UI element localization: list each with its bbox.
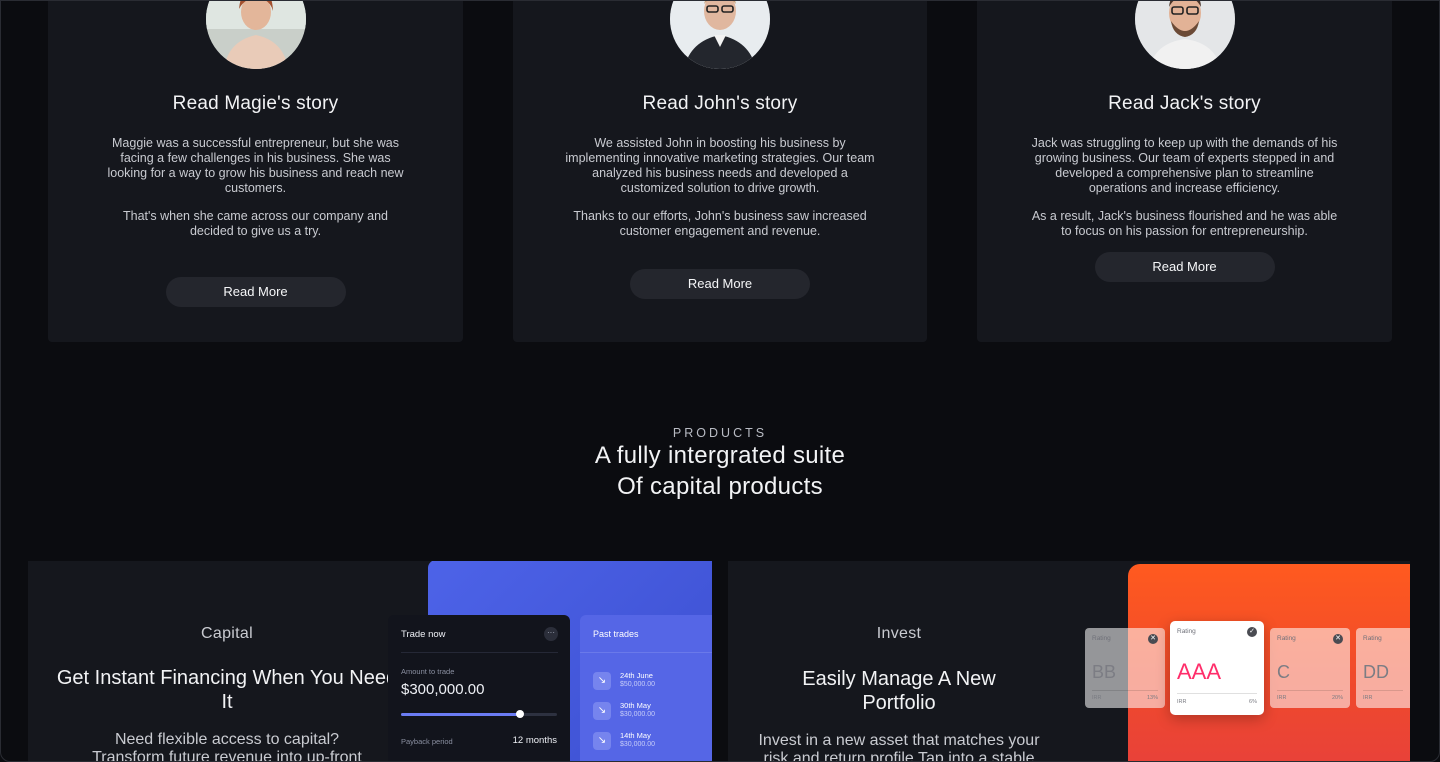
product-category: Invest [876,625,922,642]
more-dots-icon[interactable]: ··· [544,627,558,641]
divider [1177,693,1257,694]
amount-value: $300,000.00 [401,681,485,698]
irr-label: IRR [1092,695,1102,701]
divider [401,652,558,653]
read-more-button[interactable]: Read More [630,269,810,299]
rating-label: Rating [1277,635,1296,642]
read-more-button[interactable]: Read More [165,277,346,307]
rating-label: Rating [1177,628,1196,635]
capital-product-card[interactable]: Capital Get Instant Financing When You N… [28,561,712,762]
story-title: Read John's story [642,93,798,114]
story-text: Jack was struggling to keep up with the … [1030,136,1340,239]
product-description: Invest in a new asset that matches your … [728,732,1070,762]
divider [1092,690,1158,691]
trade-date: 30th May [620,701,651,710]
story-text: We assisted John in boosting his busines… [565,136,875,239]
trade-now-card: Trade now ··· Amount to trade $300,000.0… [388,615,570,762]
arrow-down-right-icon: ↘ [593,702,611,720]
rating-card[interactable]: Rating ✕ BB IRR 13% [1085,628,1165,708]
trade-amount: $50,000.00 [620,681,656,688]
story-text: Maggie was a successful entrepreneur, bu… [101,136,411,239]
slider-handle[interactable] [515,710,524,718]
divider [1277,690,1343,691]
read-more-button[interactable]: Read More [1094,252,1275,282]
arrow-down-right-icon: ↘ [593,732,611,750]
avatar [670,0,770,69]
product-description-line: risk and return profile Tap into a stabl… [763,750,1035,762]
story-paragraph: Jack was struggling to keep up with the … [1031,136,1338,195]
rating-card-selected[interactable]: Rating ✓ AAA IRR 6% [1170,621,1264,715]
trade-amount: $30,000.00 [620,741,656,748]
avatar [1134,0,1235,69]
irr-label: IRR [1363,695,1373,701]
story-card-maggie: Read Magie's story Maggie was a successf… [48,0,463,342]
irr-label: IRR [1277,695,1287,701]
trade-date: 24th June [620,671,653,680]
story-title: Read Jack's story [1108,93,1261,114]
portrait-image [1134,0,1235,69]
amount-label: Amount to trade [401,667,455,676]
trade-date: 14th May [620,731,651,740]
past-trades-title: Past trades [593,629,639,639]
irr-label: IRR [1177,699,1187,705]
story-card-john: Read John's story We assisted John in bo… [513,0,927,342]
close-icon[interactable]: ✕ [1333,634,1343,644]
divider [1363,690,1403,691]
rating-grade: BB [1092,662,1117,682]
past-trades-card: Past trades ↘ 24th June $50,000.00 ↘ 30t… [580,615,712,762]
past-trade-item[interactable]: ↘ 24th June $50,000.00 [593,670,703,692]
section-title: A fully intergrated suite Of capital pro… [0,440,1440,502]
story-paragraph: As a result, Jack's business flourished … [1031,209,1338,238]
rating-label: Rating [1363,635,1382,642]
invest-product-card[interactable]: Invest Easily Manage A New Portfolio Inv… [728,561,1410,762]
past-trade-item[interactable]: ↘ 30th May $30,000.00 [593,700,703,722]
amount-slider[interactable] [401,710,557,718]
rating-grade: DD [1363,662,1389,682]
product-description-line: Invest in a new asset that matches your [758,732,1040,749]
rating-label: Rating [1092,635,1111,642]
avatar [205,0,306,69]
irr-value: 6% [1249,699,1257,705]
rating-card[interactable]: Rating DD IRR [1356,628,1410,708]
past-trade-item[interactable]: ↘ 14th May $30,000.00 [593,730,703,752]
trade-amount: $30,000.00 [620,711,656,718]
close-icon[interactable]: ✕ [1148,634,1158,644]
divider [580,652,712,653]
portrait-image [205,0,306,69]
product-category: Capital [201,625,253,642]
section-title-line: Of capital products [617,473,823,500]
product-description-line: Need flexible access to capital? [114,731,340,748]
story-paragraph: That's when she came across our company … [122,209,389,238]
arrow-down-right-icon: ↘ [593,672,611,690]
irr-value: 20% [1331,695,1343,701]
slider-fill [401,713,520,716]
story-title: Read Magie's story [172,93,339,114]
trade-card-title: Trade now [401,629,446,640]
story-paragraph: We assisted John in boosting his busines… [565,136,875,195]
rating-card[interactable]: Rating ✕ C IRR 20% [1270,628,1350,708]
rating-grade: AAA [1177,659,1222,684]
rating-grade: C [1277,662,1290,682]
story-paragraph: Maggie was a successful entrepreneur, bu… [107,136,404,195]
section-label: PRODUCTS [672,426,768,440]
story-card-jack: Read Jack's story Jack was struggling to… [977,0,1392,342]
story-paragraph: Thanks to our efforts, John's business s… [573,209,867,238]
payback-label: Payback period [401,737,453,746]
product-description: Need flexible access to capital? Transfo… [56,731,398,762]
portrait-image [670,0,770,69]
section-title-line: A fully intergrated suite [594,442,846,469]
check-icon[interactable]: ✓ [1247,627,1257,637]
product-title: Easily Manage A New Portfolio [802,668,996,714]
payback-value: 12 months [512,735,557,746]
product-description-line: Transform future revenue into up-front [92,749,362,762]
product-title: Get Instant Financing When You Need It [56,667,398,713]
irr-value: 13% [1146,695,1158,701]
